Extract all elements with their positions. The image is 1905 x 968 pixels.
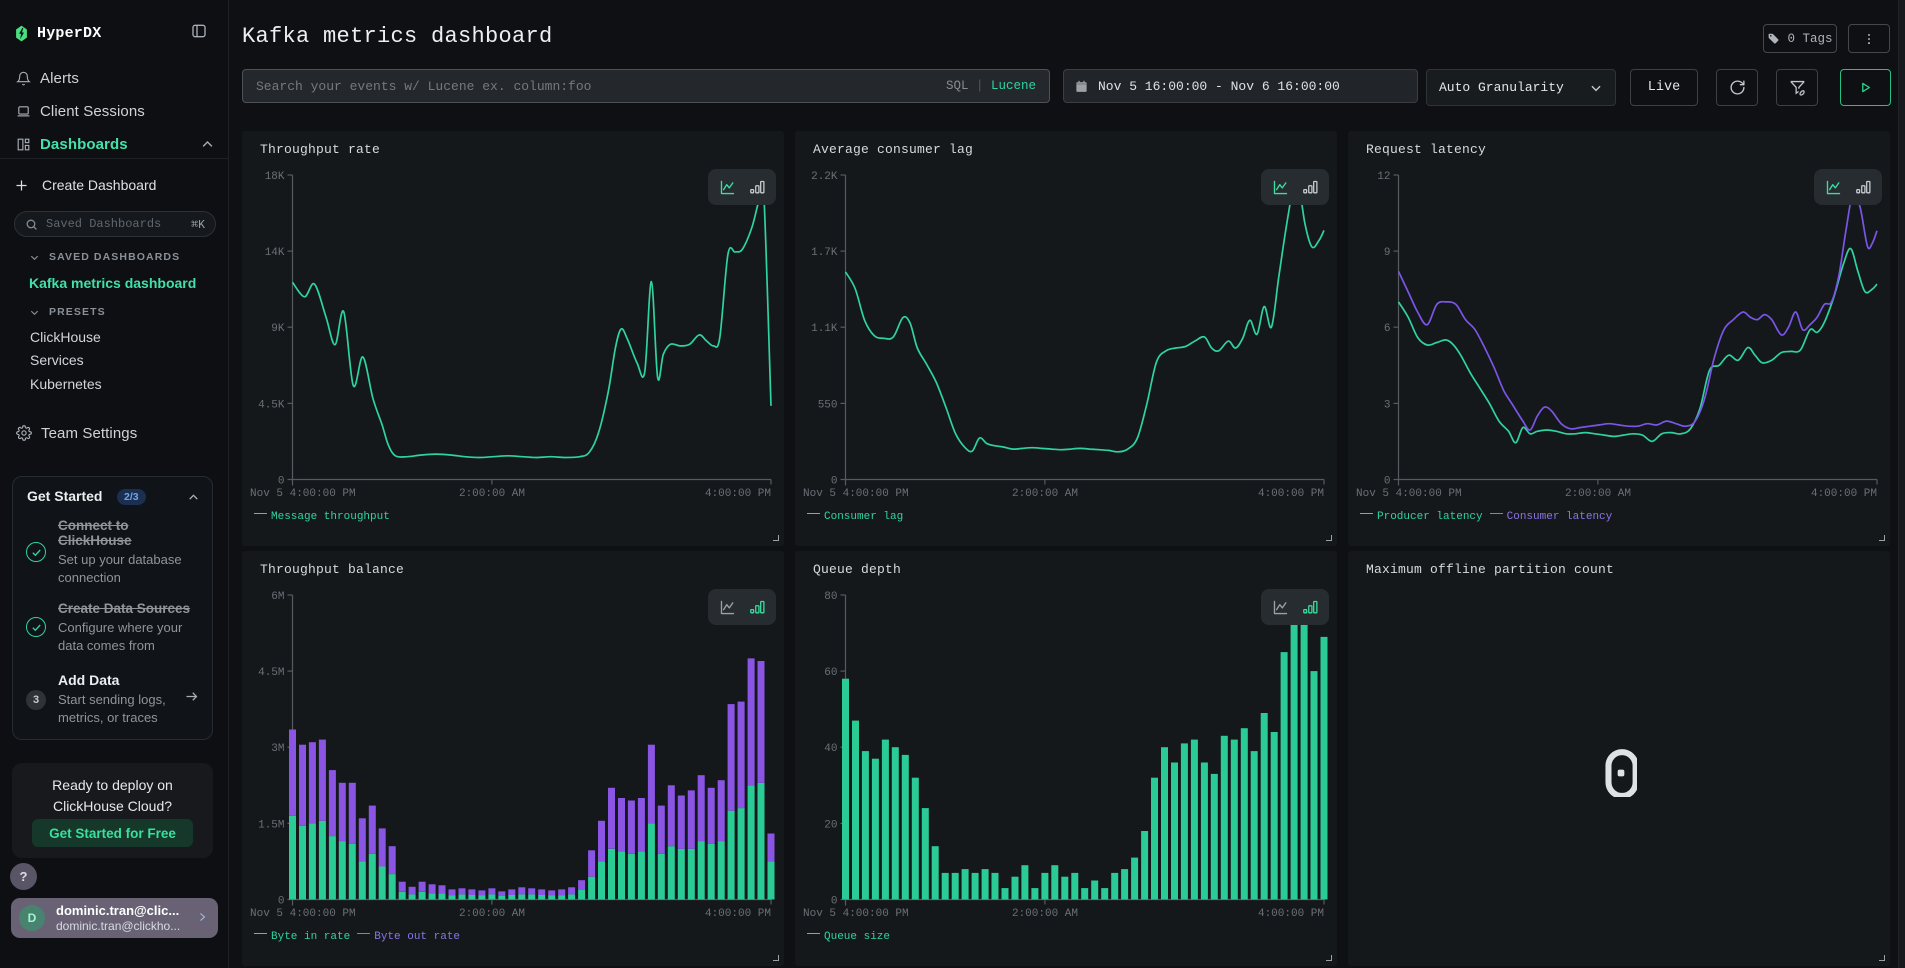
svg-text:80: 80: [824, 591, 837, 603]
svg-text:60: 60: [824, 667, 837, 679]
svg-text:3M: 3M: [271, 743, 284, 755]
svg-text:0: 0: [278, 896, 285, 908]
svg-text:6M: 6M: [271, 591, 284, 603]
svg-text:0: 0: [1384, 476, 1391, 488]
svg-text:9K: 9K: [271, 323, 285, 335]
svg-text:0: 0: [831, 896, 838, 908]
svg-text:4.5M: 4.5M: [258, 667, 284, 679]
svg-text:3: 3: [1384, 399, 1391, 411]
svg-text:0: 0: [278, 476, 285, 488]
svg-text:1.5M: 1.5M: [258, 819, 284, 831]
svg-text:4.5K: 4.5K: [258, 399, 285, 411]
svg-text:9: 9: [1384, 247, 1391, 259]
svg-text:14K: 14K: [265, 247, 285, 259]
svg-text:2.2K: 2.2K: [811, 171, 838, 183]
svg-text:40: 40: [824, 743, 837, 755]
svg-text:1.1K: 1.1K: [811, 323, 838, 335]
svg-text:0: 0: [831, 476, 838, 488]
svg-text:1.7K: 1.7K: [811, 247, 838, 259]
svg-text:550: 550: [818, 399, 838, 411]
svg-text:12: 12: [1377, 171, 1390, 183]
svg-text:20: 20: [824, 819, 837, 831]
svg-text:18K: 18K: [265, 171, 285, 183]
svg-text:6: 6: [1384, 323, 1391, 335]
